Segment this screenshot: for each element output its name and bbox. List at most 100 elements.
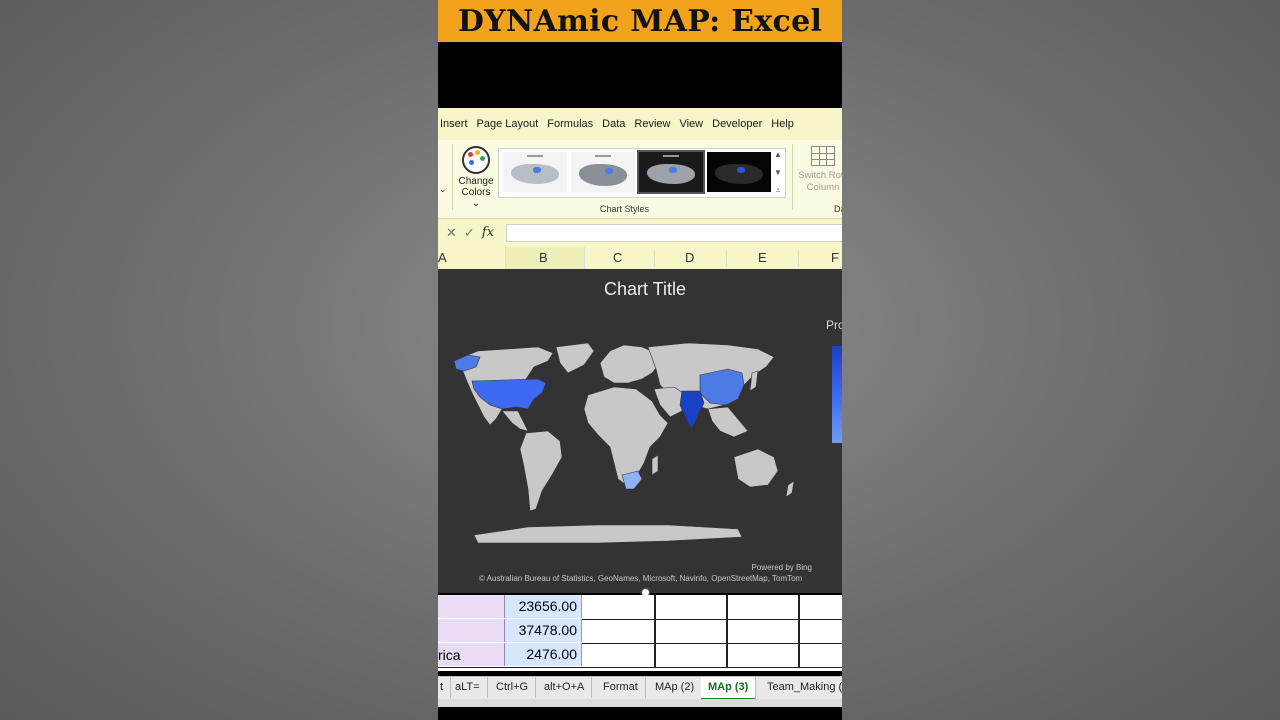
style-map-highlight bbox=[605, 168, 613, 174]
column-header-c[interactable]: C bbox=[613, 250, 622, 265]
style-map-highlight bbox=[533, 167, 541, 173]
column-header-a[interactable]: A bbox=[438, 250, 447, 265]
status-bar bbox=[438, 699, 842, 707]
style-map-highlight bbox=[669, 167, 677, 173]
map-region-india bbox=[679, 390, 705, 430]
tab-formulas[interactable]: Formulas bbox=[547, 118, 600, 130]
chart-style-1[interactable] bbox=[503, 152, 567, 192]
map-credit-sources: © Australian Bureau of Statistics, GeoNa… bbox=[479, 574, 803, 583]
banner-title: DYNAmic MAP: Excel bbox=[457, 3, 823, 39]
title-banner: DYNAmic MAP: Excel bbox=[438, 0, 842, 42]
cell-border bbox=[798, 595, 800, 619]
cell-a[interactable] bbox=[438, 595, 505, 618]
cell-a[interactable]: rica bbox=[438, 643, 505, 666]
data-rows: 23656.00 37478.00 rica 2476.00 bbox=[438, 595, 842, 671]
insert-function-icon[interactable]: fx bbox=[482, 225, 494, 241]
table-row: rica 2476.00 bbox=[438, 643, 842, 668]
map-credit-bing: Powered by Bing bbox=[751, 563, 812, 572]
cell-b[interactable]: 23656.00 bbox=[505, 595, 582, 618]
sheet-tabs: t aLT= Ctrl+G alt+O+A Format MAp (2) MAp… bbox=[438, 676, 842, 700]
sheet-tab-active[interactable]: MAp (3) bbox=[701, 677, 757, 700]
expand-gallery-icon[interactable]: ⩡ bbox=[776, 186, 781, 196]
switch-label-1: Switch Row bbox=[798, 170, 842, 181]
column-divider bbox=[798, 251, 799, 267]
map-region-madagascar bbox=[651, 454, 659, 476]
column-divider bbox=[726, 251, 727, 267]
cell-border bbox=[726, 619, 728, 643]
style-map-highlight bbox=[737, 167, 745, 173]
palette-icon bbox=[462, 146, 490, 174]
map-region-central-america bbox=[501, 410, 529, 432]
cell-border bbox=[726, 595, 728, 619]
sheet-tab[interactable]: Format bbox=[596, 677, 646, 698]
map-region-south-america bbox=[519, 430, 563, 512]
ribbon-tabs: Insert Page Layout Formulas Data Review … bbox=[438, 108, 842, 140]
scroll-up-icon[interactable]: ▲ bbox=[774, 150, 782, 159]
map-region-australia bbox=[733, 448, 779, 488]
cancel-icon[interactable]: ✕ bbox=[446, 225, 457, 241]
enter-icon[interactable]: ✓ bbox=[464, 225, 475, 241]
world-map bbox=[453, 342, 795, 544]
ribbon-separator bbox=[792, 144, 793, 210]
map-region-greenland bbox=[555, 342, 595, 374]
gallery-scroll[interactable]: ▲ ▼ ⩡ bbox=[772, 150, 784, 196]
map-region-new-zealand bbox=[785, 480, 795, 498]
cell-border bbox=[798, 643, 800, 667]
video-frame: DYNAmic MAP: Excel Insert Page Layout Fo… bbox=[438, 0, 842, 720]
tab-review[interactable]: Review bbox=[634, 118, 677, 130]
tab-view[interactable]: View bbox=[679, 118, 710, 130]
sheet-tab[interactable]: alt+O+A bbox=[537, 677, 593, 698]
column-header-b[interactable]: B bbox=[539, 250, 548, 265]
column-header-d[interactable]: D bbox=[685, 250, 694, 265]
cell-a[interactable] bbox=[438, 619, 505, 642]
switch-grid-icon bbox=[811, 146, 835, 166]
tab-page-layout[interactable]: Page Layout bbox=[477, 118, 546, 130]
cell-border bbox=[654, 595, 656, 619]
cell-border bbox=[798, 619, 800, 643]
tab-help[interactable]: Help bbox=[771, 118, 801, 130]
tab-insert[interactable]: Insert bbox=[440, 118, 475, 130]
sheet-tab[interactable]: MAp (2) bbox=[648, 677, 703, 698]
cell-border bbox=[654, 619, 656, 643]
style-title-mark bbox=[527, 155, 543, 157]
formula-bar: ✕ ✓ fx bbox=[438, 219, 842, 247]
table-row: 37478.00 bbox=[438, 619, 842, 644]
style-title-mark bbox=[663, 155, 679, 157]
table-row: 23656.00 bbox=[438, 595, 842, 620]
sheet-tab[interactable]: Team_Making (2 bbox=[760, 677, 842, 698]
formula-input[interactable] bbox=[506, 224, 842, 242]
change-colors-button[interactable]: Change Colors ⌄ bbox=[456, 146, 496, 209]
chart-styles-group-label: Chart Styles bbox=[600, 204, 650, 214]
chart-styles-gallery[interactable]: ▲ ▼ ⩡ bbox=[498, 148, 786, 198]
ribbon: ⌄ Change Colors ⌄ ▲ ▼ ⩡ Chart Styles Swi… bbox=[438, 140, 842, 219]
cell-b[interactable]: 37478.00 bbox=[505, 619, 582, 642]
sheet-tab[interactable]: aLT= bbox=[448, 677, 488, 698]
map-region-southeast-asia bbox=[707, 406, 749, 438]
map-region-china bbox=[699, 368, 745, 406]
map-region-antarctica bbox=[473, 524, 743, 544]
cell-b[interactable]: 2476.00 bbox=[505, 643, 582, 666]
chart-style-3-selected[interactable] bbox=[637, 150, 705, 194]
data-group-label: Da bbox=[834, 204, 842, 214]
tab-data[interactable]: Data bbox=[602, 118, 632, 130]
change-colors-label-2: Colors bbox=[461, 187, 491, 198]
chart-style-4[interactable] bbox=[707, 152, 771, 192]
column-header-e[interactable]: E bbox=[758, 250, 767, 265]
column-header-f[interactable]: F bbox=[831, 250, 839, 265]
chart-style-2[interactable] bbox=[571, 152, 635, 192]
map-chart[interactable]: Chart Title Pro Powered by Bing © Austra… bbox=[438, 269, 842, 597]
chart-title[interactable]: Chart Title bbox=[438, 279, 842, 300]
ribbon-separator bbox=[452, 144, 453, 210]
style-map-shape bbox=[579, 164, 627, 186]
switch-label-2: Column bbox=[806, 182, 840, 193]
switch-row-column-button[interactable]: Switch Row Column bbox=[798, 146, 842, 194]
change-colors-label-1: Change bbox=[458, 176, 494, 187]
sheet-tab[interactable]: Ctrl+G bbox=[489, 677, 537, 698]
cell-border bbox=[654, 643, 656, 667]
dropdown-arrow-icon[interactable]: ⌄ bbox=[439, 184, 447, 195]
scroll-down-icon[interactable]: ▼ bbox=[774, 168, 782, 177]
legend-title: Pro bbox=[826, 318, 842, 332]
tab-developer[interactable]: Developer bbox=[712, 118, 769, 130]
style-title-mark bbox=[595, 155, 611, 157]
column-headers: A B C D E F bbox=[438, 247, 842, 269]
